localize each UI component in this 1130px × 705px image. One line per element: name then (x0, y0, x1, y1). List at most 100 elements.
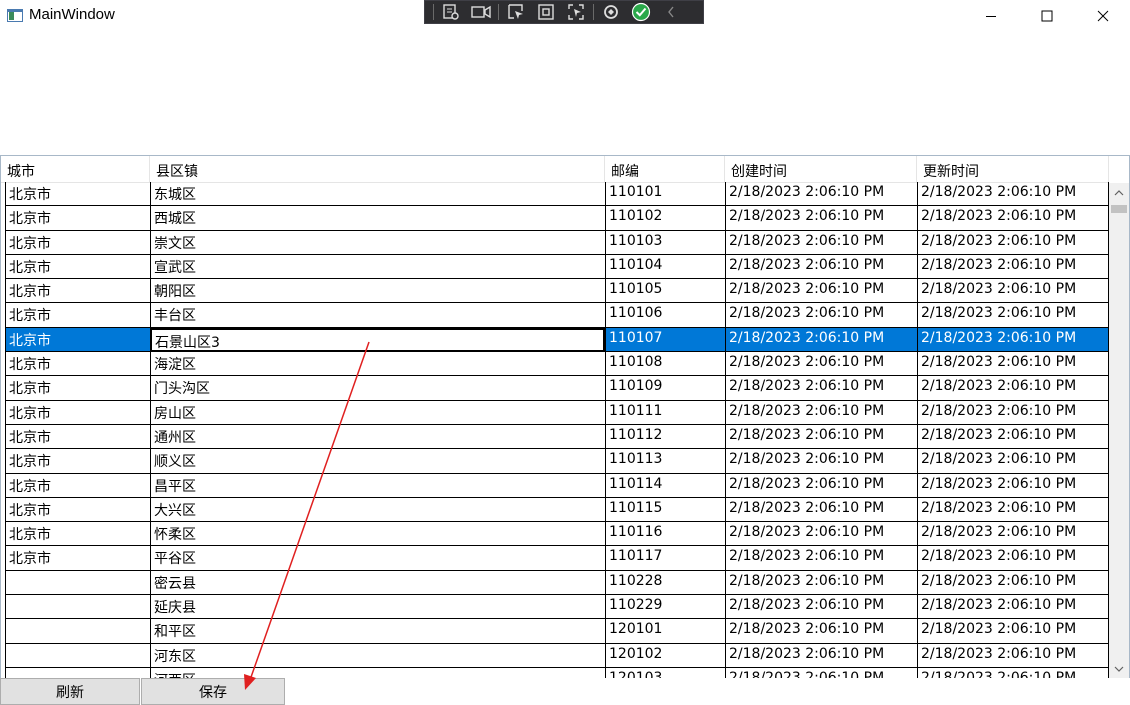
table-row[interactable]: 北京市 丰台区 110106 2/18/2023 2:06:10 PM 2/18/202… (5, 303, 1109, 328)
table-row[interactable]: 北京市 西城区 110102 2/18/2023 2:06:10 PM 2/18/202… (5, 206, 1109, 231)
cell-postcode[interactable]: 110102 (605, 206, 725, 231)
cell-created-time[interactable]: 2/18/2023 2:06:10 PM (725, 546, 917, 571)
cell-district[interactable]: 房山区 (150, 400, 605, 425)
table-row[interactable]: 北京市 朝阳区 110105 2/18/2023 2:06:10 PM 2/18/202… (5, 279, 1109, 304)
hot-reload-icon[interactable] (596, 1, 626, 23)
maximize-button[interactable] (1019, 0, 1075, 32)
cell-created-time[interactable]: 2/18/2023 2:06:10 PM (725, 473, 917, 498)
cell-created-time[interactable]: 2/18/2023 2:06:10 PM (725, 254, 917, 280)
cell-district[interactable]: 昌平区 (150, 473, 605, 498)
cell-city[interactable]: 北京市 (5, 230, 150, 255)
save-button[interactable]: 保存 (141, 678, 285, 705)
cell-district[interactable]: 河西区 (150, 667, 605, 678)
cell-postcode[interactable]: 110112 (605, 424, 725, 450)
cell-postcode[interactable]: 110117 (605, 546, 725, 571)
cell-district[interactable]: 大兴区 (150, 497, 605, 523)
cell-district[interactable]: 宣武区 (150, 254, 605, 280)
cell-city[interactable] (5, 667, 150, 678)
video-icon[interactable] (466, 1, 496, 23)
cell-district[interactable]: 东城区 (150, 182, 605, 207)
cell-postcode[interactable]: 110108 (605, 352, 725, 377)
column-header-updated-time[interactable]: 更新时间 (917, 156, 1109, 183)
cell-city[interactable]: 北京市 (5, 546, 150, 571)
cell-postcode[interactable]: 110114 (605, 473, 725, 498)
cell-updated-time[interactable]: 2/18/2023 2:06:10 PM (917, 352, 1109, 377)
cell-created-time[interactable]: 2/18/2023 2:06:10 PM (725, 449, 917, 474)
cell-city[interactable] (5, 643, 150, 668)
table-row[interactable]: 北京市 昌平区 110114 2/18/2023 2:06:10 PM 2/18/202… (5, 473, 1109, 498)
cell-postcode[interactable]: 110106 (605, 303, 725, 328)
table-row[interactable]: 北京市 房山区 110111 2/18/2023 2:06:10 PM 2/18/202… (5, 400, 1109, 425)
cell-city[interactable]: 北京市 (5, 376, 150, 401)
cell-city[interactable]: 北京市 (5, 254, 150, 280)
cell-postcode[interactable]: 110107 (605, 327, 725, 353)
refresh-button[interactable]: 刷新 (0, 678, 140, 705)
cell-updated-time[interactable]: 2/18/2023 2:06:10 PM (917, 230, 1109, 255)
close-button[interactable] (1075, 0, 1130, 32)
cell-updated-time[interactable]: 2/18/2023 2:06:10 PM (917, 303, 1109, 328)
cell-district[interactable]: 平谷区 (150, 546, 605, 571)
cell-postcode[interactable]: 110103 (605, 230, 725, 255)
cell-district[interactable]: 朝阳区 (150, 279, 605, 304)
cell-district[interactable]: 密云县 (150, 570, 605, 596)
collapse-icon[interactable] (656, 1, 686, 23)
cell-city[interactable]: 北京市 (5, 473, 150, 498)
cell-postcode[interactable]: 110229 (605, 595, 725, 620)
cell-district[interactable]: 通州区 (150, 424, 605, 450)
cell-updated-time[interactable]: 2/18/2023 2:06:10 PM (917, 254, 1109, 280)
display-layout-adorners-icon[interactable] (531, 1, 561, 23)
table-row[interactable]: 河西区1201032/18/2023 2:06:10 PM2/18/2023 2… (5, 667, 1109, 678)
minimize-button[interactable] (963, 0, 1019, 32)
cell-created-time[interactable]: 2/18/2023 2:06:10 PM (725, 230, 917, 255)
table-row[interactable]: 密云县 110228 2/18/2023 2:06:10 PM 2/18/2023 2… (5, 570, 1109, 596)
cell-edit-field[interactable]: 石景山区3 (150, 327, 605, 353)
cell-created-time[interactable]: 2/18/2023 2:06:10 PM (725, 667, 917, 678)
cell-updated-time[interactable]: 2/18/2023 2:06:10 PM (917, 279, 1109, 304)
cell-city[interactable]: 北京市 (5, 449, 150, 474)
cell-updated-time[interactable]: 2/18/2023 2:06:10 PM (917, 522, 1109, 547)
vertical-scrollbar[interactable] (1109, 183, 1129, 678)
cell-created-time[interactable]: 2/18/2023 2:06:10 PM (725, 570, 917, 596)
cell-city[interactable]: 北京市 (5, 352, 150, 377)
data-grid[interactable]: 城市 县区镇 邮编 创建时间 更新时间 北京市 东城区 110101 2/18/202… (0, 155, 1130, 678)
cell-updated-time[interactable]: 2/18/2023 2:06:10 PM (917, 449, 1109, 474)
scroll-up-icon[interactable] (1109, 183, 1129, 203)
cell-city[interactable]: 北京市 (5, 206, 150, 231)
cell-updated-time[interactable]: 2/18/2023 2:06:10 PM (917, 546, 1109, 571)
table-row[interactable]: 北京市 大兴区 110115 2/18/2023 2:06:10 PM 2/18/202… (5, 497, 1109, 523)
cell-city[interactable]: 北京市 (5, 279, 150, 304)
cell-updated-time[interactable]: 2/18/2023 2:06:10 PM (917, 570, 1109, 596)
cell-postcode[interactable]: 120101 (605, 619, 725, 644)
cell-created-time[interactable]: 2/18/2023 2:06:10 PM (725, 303, 917, 328)
table-row[interactable]: 和平区 120101 2/18/2023 2:06:10 PM 2/18/2023 2… (5, 619, 1109, 644)
cell-district[interactable]: 崇文区 (150, 230, 605, 255)
cell-created-time[interactable]: 2/18/2023 2:06:10 PM (725, 522, 917, 547)
track-focus-icon[interactable] (561, 1, 591, 23)
cell-city[interactable]: 北京市 (5, 522, 150, 547)
cell-postcode[interactable]: 110109 (605, 376, 725, 401)
cell-postcode[interactable]: 110101 (605, 182, 725, 207)
cell-postcode[interactable]: 110116 (605, 522, 725, 547)
table-row[interactable]: 北京市 平谷区 110117 2/18/2023 2:06:10 PM 2/18/202… (5, 546, 1109, 571)
cell-updated-time[interactable]: 2/18/2023 2:06:10 PM (917, 667, 1109, 678)
column-header-postcode[interactable]: 邮编 (605, 156, 725, 183)
table-row[interactable]: 北京市 东城区 110101 2/18/2023 2:06:10 PM 2/18/202… (5, 182, 1109, 207)
scroll-down-icon[interactable] (1109, 659, 1129, 678)
cell-district[interactable]: 丰台区 (150, 303, 605, 328)
cell-created-time[interactable]: 2/18/2023 2:06:10 PM (725, 352, 917, 377)
cell-city[interactable]: 北京市 (5, 424, 150, 450)
cell-district[interactable]: 顺义区 (150, 449, 605, 474)
cell-created-time[interactable]: 2/18/2023 2:06:10 PM (725, 643, 917, 668)
table-row[interactable]: 北京市 门头沟区 110109 2/18/2023 2:06:10 PM 2/18/20… (5, 376, 1109, 401)
cell-city[interactable]: 北京市 (5, 400, 150, 425)
cell-district[interactable]: 海淀区 (150, 352, 605, 377)
cell-created-time[interactable]: 2/18/2023 2:06:10 PM (725, 327, 917, 353)
cell-district[interactable]: 怀柔区 (150, 522, 605, 547)
cell-postcode[interactable]: 110228 (605, 570, 725, 596)
checkmark-icon[interactable] (626, 1, 656, 23)
cell-city[interactable]: 北京市 (5, 497, 150, 523)
cell-updated-time[interactable]: 2/18/2023 2:06:10 PM (917, 643, 1109, 668)
cell-updated-time[interactable]: 2/18/2023 2:06:10 PM (917, 182, 1109, 207)
cell-district[interactable]: 和平区 (150, 619, 605, 644)
cell-city[interactable] (5, 570, 150, 596)
